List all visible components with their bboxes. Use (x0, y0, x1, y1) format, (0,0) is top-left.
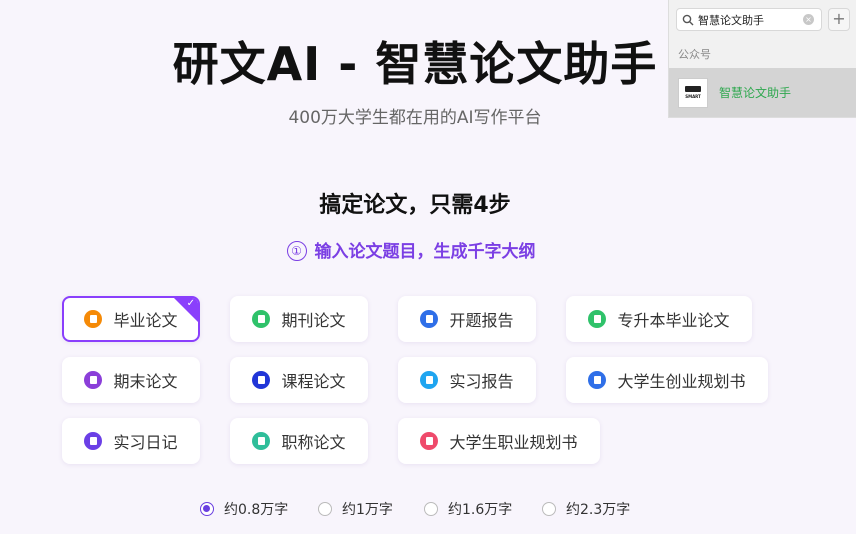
title-paper-icon (252, 432, 271, 450)
paper-type-startup-plan[interactable]: 大学生创业规划书 (566, 357, 768, 403)
word-count-option-0.8w[interactable]: 约0.8万字 (200, 498, 288, 520)
check-icon: ✓ (186, 298, 195, 309)
paper-type-label: 课程论文 (281, 372, 346, 391)
word-count-label: 约1万字 (342, 502, 393, 518)
report-icon (420, 371, 439, 389)
graduation-cap-icon (685, 86, 701, 92)
avatar-text: SMART (685, 94, 701, 99)
document-icon (84, 371, 103, 389)
clear-icon[interactable]: × (803, 14, 814, 25)
step-label: 输入论文题目，生成千字大纲 (314, 242, 536, 262)
word-count-option-1w[interactable]: 约1万字 (318, 498, 393, 520)
radio-selected-icon[interactable] (200, 502, 214, 516)
diary-icon (84, 432, 103, 450)
journal-icon (252, 310, 271, 328)
course-icon (252, 371, 271, 389)
section-label: 公众号 (678, 48, 711, 61)
step-number: ① (286, 241, 307, 261)
word-count-label: 约1.6万字 (448, 502, 513, 518)
document-icon (84, 310, 103, 328)
paper-type-label: 实习报告 (449, 372, 514, 391)
avatar: SMART (678, 77, 708, 108)
search-icon (682, 14, 694, 25)
radio-icon[interactable] (542, 502, 556, 516)
search-result-item[interactable]: SMART 智慧论文助手 (669, 68, 856, 117)
result-name: 智慧论文助手 (719, 86, 792, 100)
paper-type-graduation[interactable]: 毕业论文 ✓ (62, 296, 200, 342)
paper-type-label: 专升本毕业论文 (617, 311, 730, 330)
paper-type-label: 大学生职业规划书 (449, 433, 578, 452)
radio-icon[interactable] (318, 502, 332, 516)
paper-type-proposal[interactable]: 开题报告 (398, 296, 536, 342)
paper-type-label: 期刊论文 (281, 311, 346, 330)
search-box[interactable]: × (676, 8, 822, 31)
word-count-label: 约0.8万字 (224, 502, 289, 518)
paper-type-label: 职称论文 (281, 433, 346, 452)
paper-type-journal[interactable]: 期刊论文 (230, 296, 368, 342)
paper-type-label: 实习日记 (113, 433, 178, 452)
word-count-option-2.3w[interactable]: 约2.3万字 (542, 498, 630, 520)
paper-type-final[interactable]: 期末论文 (62, 357, 200, 403)
paper-type-course[interactable]: 课程论文 (230, 357, 368, 403)
paper-type-professional-title[interactable]: 职称论文 (230, 418, 368, 464)
paper-type-career-plan[interactable]: 大学生职业规划书 (398, 418, 600, 464)
paper-type-upgrade-graduation[interactable]: 专升本毕业论文 (566, 296, 752, 342)
search-popup: × + 公众号 SMART 智慧论文助手 (668, 0, 856, 118)
paper-type-label: 开题报告 (449, 311, 514, 330)
plan-icon (588, 371, 607, 389)
steps-heading: 搞定论文，只需4步 (319, 193, 511, 218)
search-input[interactable] (694, 13, 790, 26)
paper-type-label: 期末论文 (113, 372, 178, 391)
paper-type-internship-diary[interactable]: 实习日记 (62, 418, 200, 464)
paper-type-label: 大学生创业规划书 (617, 372, 746, 391)
radio-icon[interactable] (424, 502, 438, 516)
paper-type-label: 毕业论文 (113, 311, 178, 330)
add-button[interactable]: + (828, 8, 850, 31)
paper-type-internship-report[interactable]: 实习报告 (398, 357, 536, 403)
word-count-label: 约2.3万字 (566, 502, 631, 518)
book-icon (588, 310, 607, 328)
report-icon (420, 310, 439, 328)
word-count-option-1.6w[interactable]: 约1.6万字 (424, 498, 512, 520)
current-step: ① 输入论文题目，生成千字大纲 (0, 237, 822, 262)
career-icon (420, 432, 439, 450)
